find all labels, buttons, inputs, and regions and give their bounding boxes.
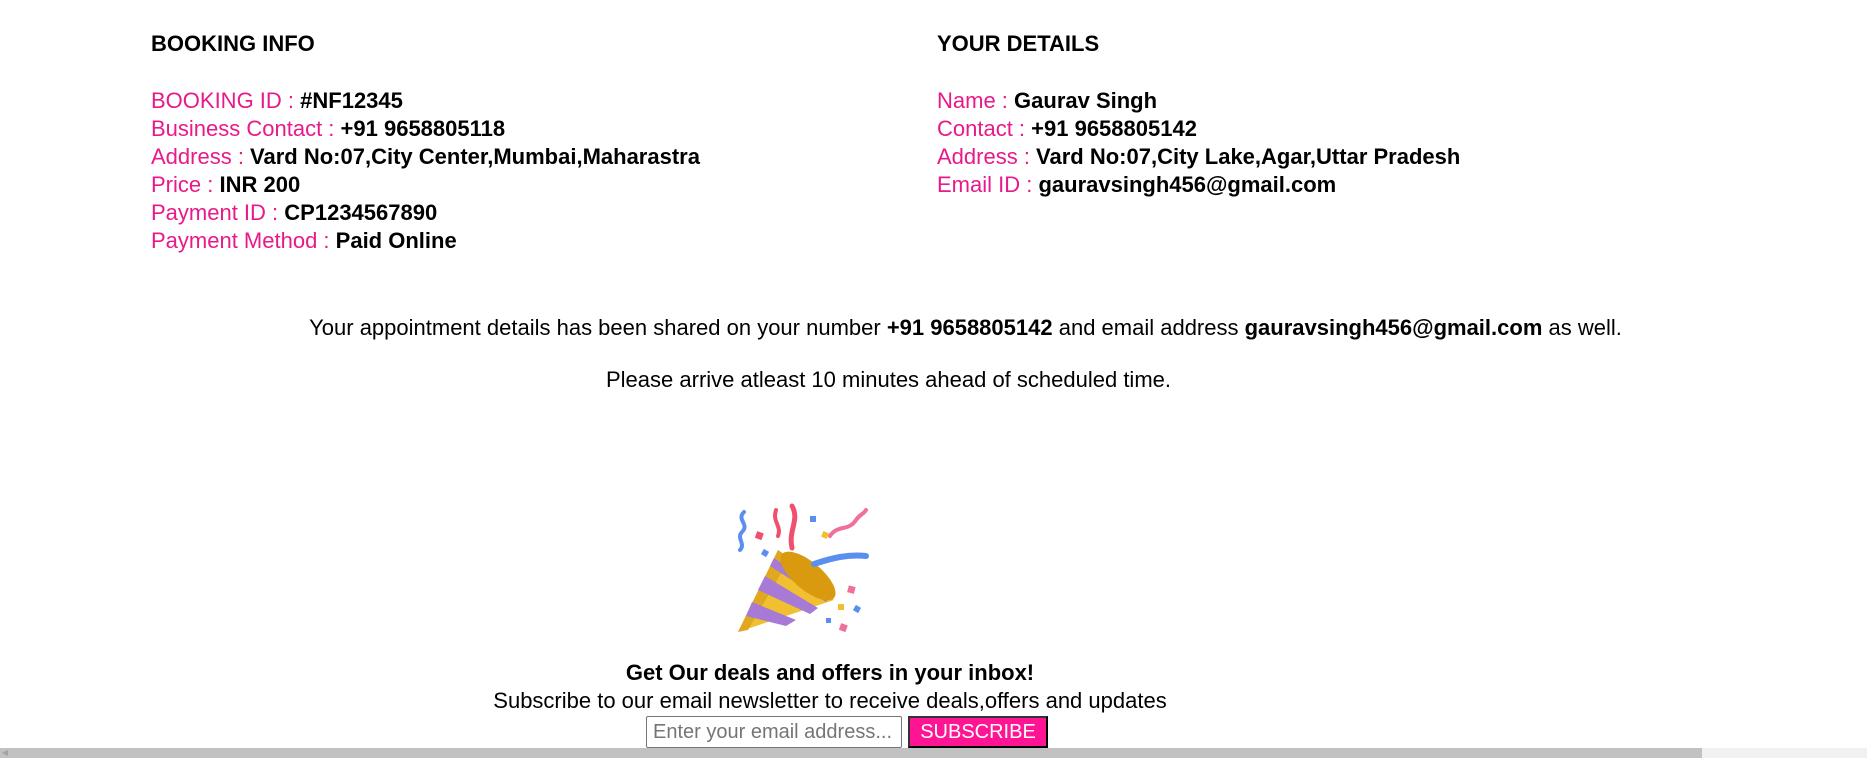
your-details-section: YOUR DETAILS Name : Gaurav Singh Contact…: [937, 30, 1460, 199]
business-address-label: Address :: [151, 144, 251, 169]
customer-email-value: gauravsingh456@gmail.com: [1038, 172, 1337, 197]
price-value: INR 200: [219, 172, 301, 197]
customer-email-row: Email ID : gauravsingh456@gmail.com: [937, 171, 1460, 199]
newsletter-title: Get Our deals and offers in your inbox!: [625, 660, 1035, 685]
customer-name-label: Name :: [937, 88, 1015, 113]
business-contact-value: +91 9658805118: [340, 116, 506, 141]
horizontal-scrollbar[interactable]: ◀: [0, 748, 1867, 758]
business-contact-label: Business Contact :: [151, 116, 341, 141]
your-details-heading: YOUR DETAILS: [937, 31, 1100, 56]
customer-name-row: Name : Gaurav Singh: [937, 87, 1460, 115]
booking-confirmation-page: BOOKING INFO BOOKING ID : #NF12345 Busin…: [0, 0, 1867, 758]
payment-method-value: Paid Online: [335, 228, 457, 253]
newsletter-form: SUBSCRIBE: [646, 716, 1048, 748]
payment-id-value: CP1234567890: [284, 200, 438, 225]
customer-address-label: Address :: [937, 144, 1037, 169]
horizontal-scrollbar-thumb[interactable]: [0, 748, 1702, 758]
subscribe-button[interactable]: SUBSCRIBE: [908, 716, 1048, 748]
notice-email: gauravsingh456@gmail.com: [1244, 315, 1543, 340]
notice-text-3: as well.: [1542, 315, 1622, 340]
booking-id-label: BOOKING ID :: [151, 88, 301, 113]
newsletter-email-input[interactable]: [646, 716, 902, 748]
customer-address-row: Address : Vard No:07,City Lake,Agar,Utta…: [937, 143, 1460, 171]
payment-method-label: Payment Method :: [151, 228, 336, 253]
booking-id-row: BOOKING ID : #NF12345: [151, 87, 700, 115]
customer-name-value: Gaurav Singh: [1014, 88, 1158, 113]
notice-phone: +91 9658805142: [886, 315, 1053, 340]
business-address-row: Address : Vard No:07,City Center,Mumbai,…: [151, 143, 700, 171]
booking-info-section: BOOKING INFO BOOKING ID : #NF12345 Busin…: [151, 30, 700, 255]
payment-id-label: Payment ID :: [151, 200, 285, 225]
booking-info-heading: BOOKING INFO: [151, 31, 315, 56]
customer-contact-value: +91 9658805142: [1031, 116, 1197, 141]
arrival-notice: Please arrive atleast 10 minutes ahead o…: [606, 367, 1171, 392]
customer-email-label: Email ID :: [937, 172, 1039, 197]
party-popper-icon: [738, 503, 869, 633]
notice-text-1: Your appointment details has been shared…: [309, 315, 887, 340]
customer-contact-row: Contact : +91 9658805142: [937, 115, 1460, 143]
payment-method-row: Payment Method : Paid Online: [151, 227, 700, 255]
notice-text-2: and email address: [1052, 315, 1245, 340]
price-label: Price :: [151, 172, 220, 197]
booking-id-value: #NF12345: [300, 88, 403, 113]
business-address-value: Vard No:07,City Center,Mumbai,Maharastra: [250, 144, 700, 169]
price-row: Price : INR 200: [151, 171, 700, 199]
customer-address-value: Vard No:07,City Lake,Agar,Uttar Pradesh: [1036, 144, 1461, 169]
payment-id-row: Payment ID : CP1234567890: [151, 199, 700, 227]
scroll-left-arrow-icon[interactable]: ◀: [0, 748, 10, 758]
business-contact-row: Business Contact : +91 9658805118: [151, 115, 700, 143]
newsletter-subtitle: Subscribe to our email newsletter to rec…: [493, 688, 1167, 713]
customer-contact-label: Contact :: [937, 116, 1032, 141]
shared-details-notice: Your appointment details has been shared…: [0, 314, 1867, 342]
